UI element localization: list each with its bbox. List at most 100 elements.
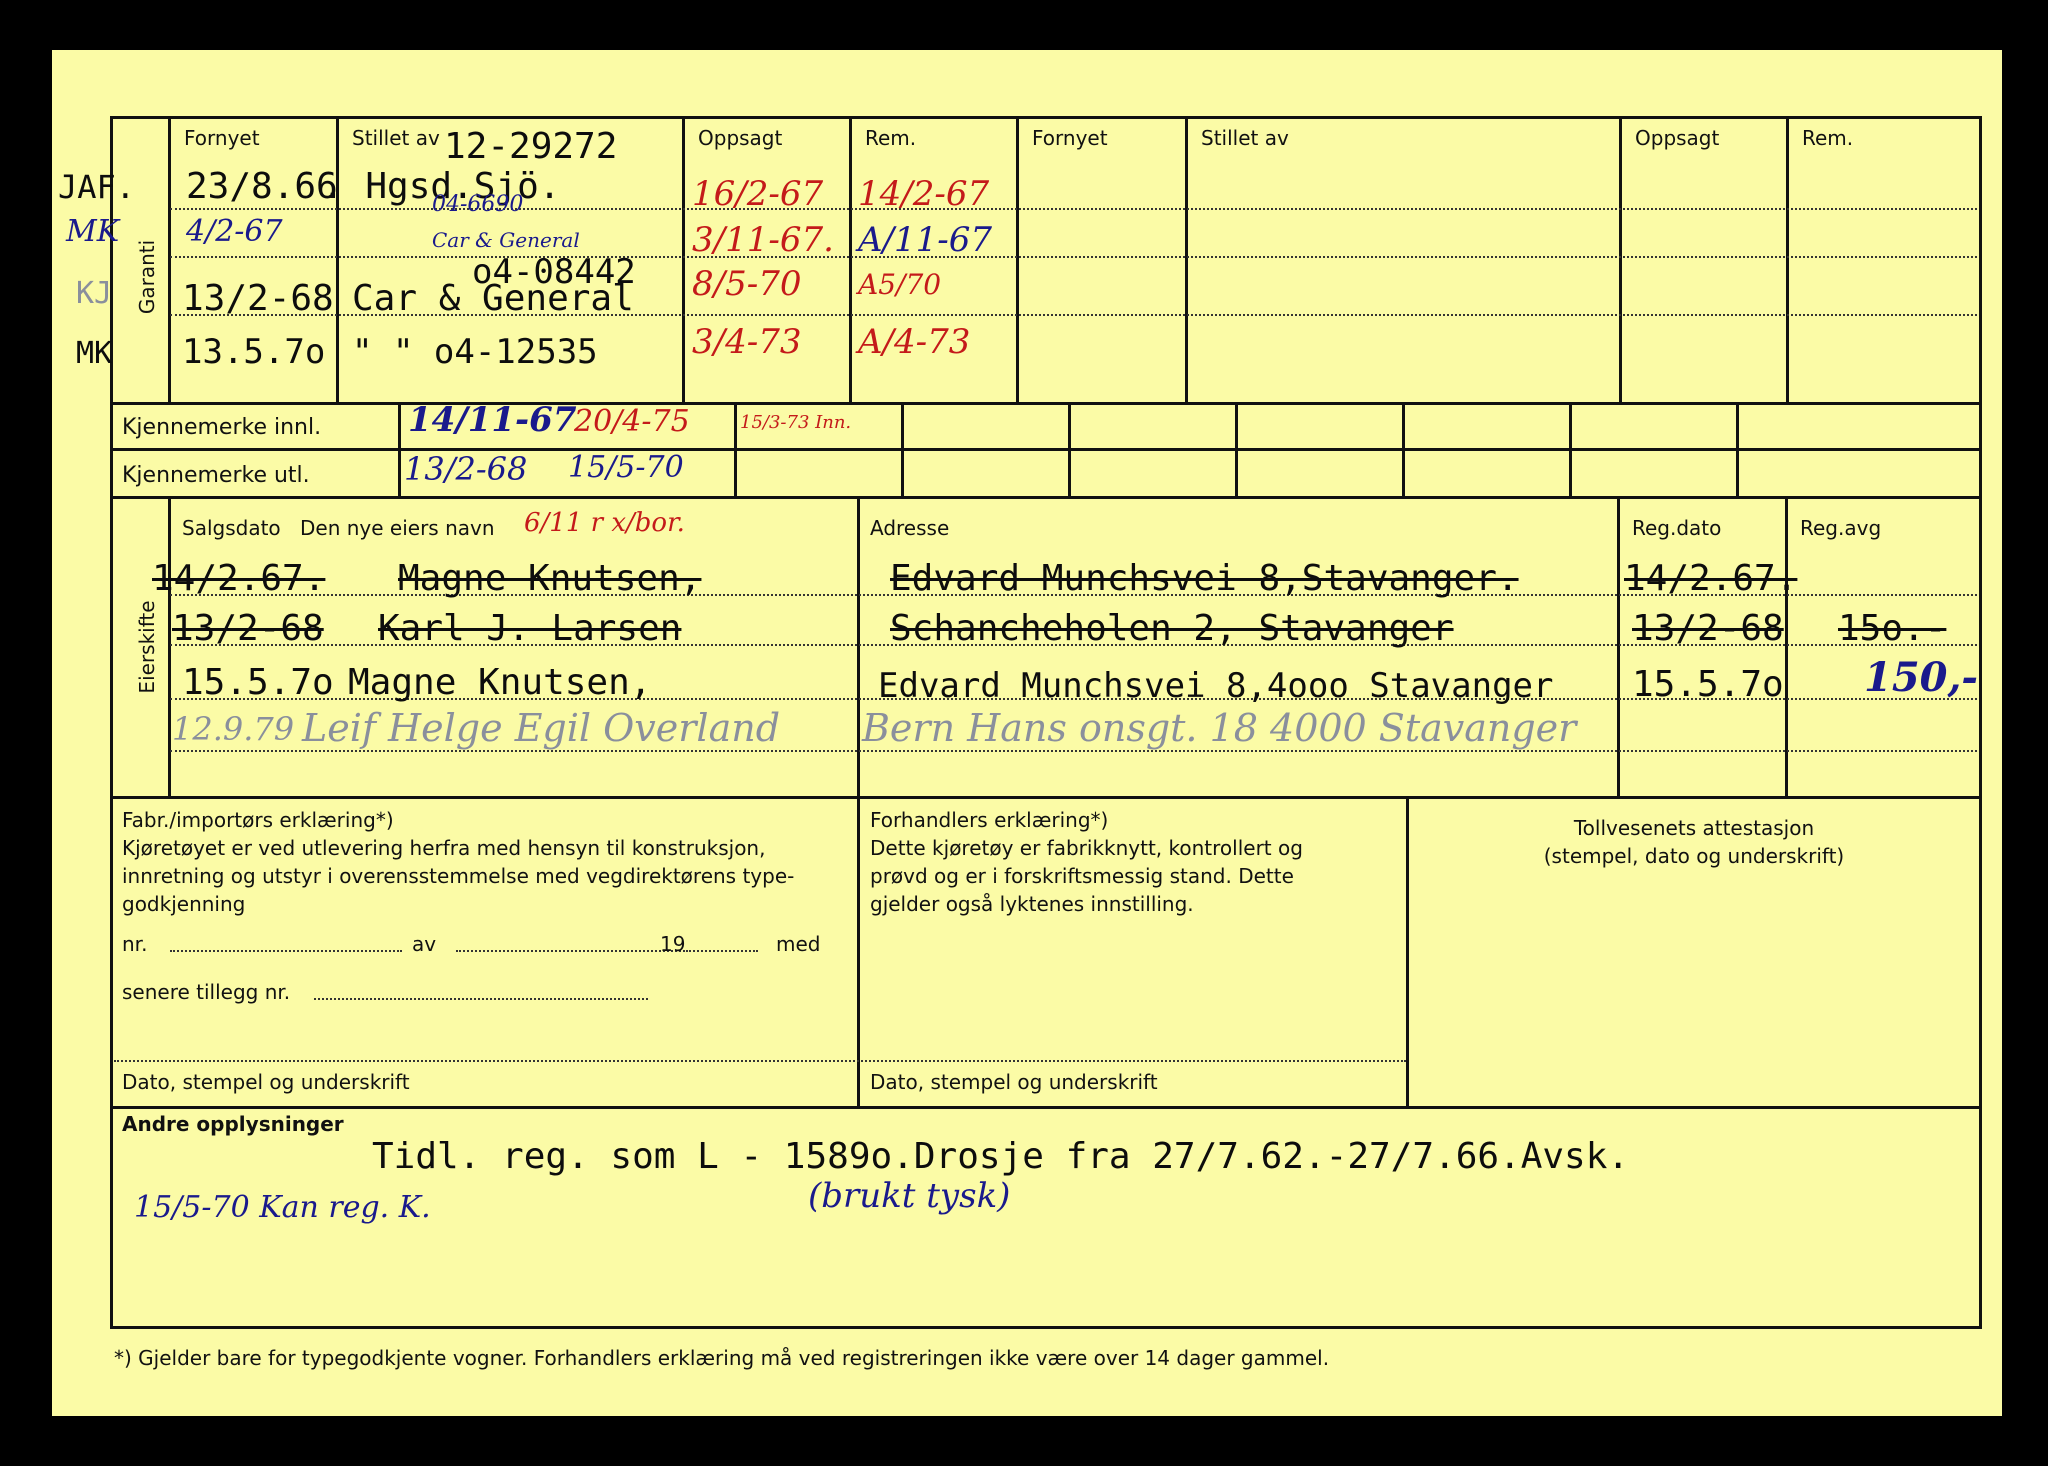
other-label: Andre opplysninger <box>122 1112 344 1136</box>
col-line <box>1619 116 1622 402</box>
forhandler-title: Forhandlers erklæring*) <box>870 808 1109 832</box>
row-line <box>110 448 1982 451</box>
garanti-side-label: Garanti <box>135 239 159 315</box>
col-line <box>682 116 685 402</box>
owner-adresse: Schancheholen 2, Stavanger <box>890 608 1454 649</box>
other-hand-note: (brukt tysk) <box>808 1176 1011 1216</box>
margin-mark: JAF. <box>58 168 136 206</box>
guarantee-rem: A/4-73 <box>858 322 971 362</box>
fabr-title: Fabr./importørs erklæring*) <box>122 808 394 832</box>
guarantee-bottom-line <box>110 402 1982 405</box>
nr-label: nr. <box>122 932 148 956</box>
guarantee-fornyet: 4/2-67 <box>186 214 283 249</box>
header-stillet-av-2: Stillet av <box>1201 126 1289 150</box>
guarantee-fornyet: 13.5.7o <box>182 332 326 372</box>
forhandler-dato-label: Dato, stempel og underskrift <box>870 1070 1158 1094</box>
owner-regdato: 13/2-68 <box>1632 608 1784 649</box>
guarantee-stillet-av: " " o4-12535 <box>352 332 598 372</box>
owner-navn: Magne Knutsen, <box>348 662 652 703</box>
header-salgsdato: Salgsdato <box>182 516 281 540</box>
header-regdato: Reg.dato <box>1632 516 1722 540</box>
owner-salgsdato: 13/2-68 <box>172 608 324 649</box>
margin-mark: MK <box>66 214 120 249</box>
senere-label: senere tillegg nr. <box>122 980 291 1004</box>
header-navn: Den nye eiers navn <box>300 516 495 540</box>
header-oppsagt: Oppsagt <box>698 126 783 150</box>
guarantee-rem: A/11-67 <box>858 220 993 260</box>
header-fornyet: Fornyet <box>184 126 260 150</box>
av-field[interactable] <box>456 950 688 952</box>
guarantee-divider <box>168 116 171 402</box>
frame-top <box>110 116 1982 119</box>
other-hand-left: 15/5-70 Kan reg. K. <box>134 1190 431 1225</box>
other-typed-text: Tidl. reg. som L - 1589o.Drosje fra 27/7… <box>372 1136 1630 1177</box>
owner-regavg: 15o.- <box>1838 608 1947 649</box>
row-dotted <box>170 750 1977 752</box>
row-line <box>110 1106 1982 1109</box>
plate-innl-entry: 14/11-67 <box>408 400 577 440</box>
plate-utl-entry: 13/2-68 <box>404 450 528 488</box>
owner-navn: Karl J. Larsen <box>378 608 682 649</box>
col-line <box>1016 116 1019 402</box>
guarantee-fornyet: 13/2-68 <box>182 278 334 319</box>
row-line <box>110 796 1982 799</box>
guarantee-note: o4-08442 <box>472 252 636 292</box>
header-adresse: Adresse <box>870 516 950 540</box>
toll-sub: (stempel, dato og underskrift) <box>1543 844 1845 868</box>
owner-salgsdato: 12.9.79 <box>172 710 295 748</box>
plate-innl-entry: 20/4-75 <box>574 404 690 439</box>
row-dotted <box>114 1060 1406 1062</box>
guarantee-fornyet: 23/8.66 <box>186 166 338 207</box>
owner-salgsdato: 15.5.7o <box>182 662 334 703</box>
frame-right <box>1979 116 1982 1329</box>
registration-card: Garanti Fornyet Stillet av Oppsagt Rem. … <box>52 50 2002 1416</box>
col-line <box>1185 116 1188 402</box>
fabr-line: innretning og utstyr i overensstemmelse … <box>122 864 795 888</box>
garanti-side-label-wrap: Garanti <box>132 190 162 370</box>
owner-salgsdato: 14/2.67. <box>152 558 326 599</box>
year-label: 19 <box>660 932 686 956</box>
footnote: *) Gjelder bare for typegodkjente vogner… <box>114 1346 1330 1370</box>
owner-adresse: Bern Hans onsgt. 18 4000 Stavanger <box>862 706 1577 750</box>
fabr-dato-label: Dato, stempel og underskrift <box>122 1070 410 1094</box>
nr-field[interactable] <box>170 950 402 952</box>
navn-note: 6/11 r x/bor. <box>524 508 685 538</box>
col-line <box>1786 116 1789 402</box>
header-rem-2: Rem. <box>1802 126 1854 150</box>
guarantee-oppsagt: 3/4-73 <box>692 322 802 362</box>
header-fornyet-2: Fornyet <box>1032 126 1108 150</box>
forhandler-line: prøvd og er i forskriftsmessig stand. De… <box>870 864 1294 888</box>
guarantee-oppsagt: 8/5-70 <box>692 264 802 304</box>
fabr-line: Kjøretøyet er ved utlevering herfra med … <box>122 836 766 860</box>
plate-utl-label: Kjennemerke utl. <box>122 463 310 488</box>
av-label: av <box>412 932 437 956</box>
forhandler-line: gjelder også lyktenes innstilling. <box>870 892 1194 916</box>
plate-innl-label: Kjennemerke innl. <box>122 415 322 440</box>
year-field[interactable] <box>686 950 758 952</box>
owner-navn: Leif Helge Egil Overland <box>302 706 781 750</box>
guarantee-rem: 14/2-67 <box>858 174 990 214</box>
col-line <box>336 116 339 402</box>
header-regavg: Reg.avg <box>1800 516 1882 540</box>
plate-innl-entry: 15/3-73 Inn. <box>740 412 852 433</box>
senere-field[interactable] <box>314 998 648 1000</box>
owner-regdato: 15.5.7o <box>1632 664 1784 705</box>
header-stillet-av: Stillet av <box>352 126 440 150</box>
toll-title: Tollvesenets attestasjon <box>1573 816 1815 840</box>
header-rem: Rem. <box>865 126 917 150</box>
owner-regavg: 150,- <box>1864 654 1979 701</box>
owner-adresse: Edvard Munchsvei 8,4ooo Stavanger <box>878 666 1554 706</box>
row-dotted <box>170 256 1977 258</box>
guarantee-note: 12-29272 <box>444 126 618 167</box>
fabr-line: godkjenning <box>122 892 246 916</box>
forhandler-line: Dette kjøretøy er fabrikknytt, kontrolle… <box>870 836 1303 860</box>
guarantee-stillet-av: Car & General <box>432 228 580 252</box>
margin-mark: KJ <box>76 276 113 311</box>
guarantee-note: 04-6690 <box>432 192 524 217</box>
guarantee-oppsagt: 16/2-67 <box>692 174 824 214</box>
owner-navn: Magne Knutsen, <box>398 558 702 599</box>
header-oppsagt-2: Oppsagt <box>1635 126 1720 150</box>
margin-mark: MK <box>76 336 113 371</box>
frame-bottom <box>110 1326 1982 1329</box>
med-label: med <box>776 932 821 956</box>
